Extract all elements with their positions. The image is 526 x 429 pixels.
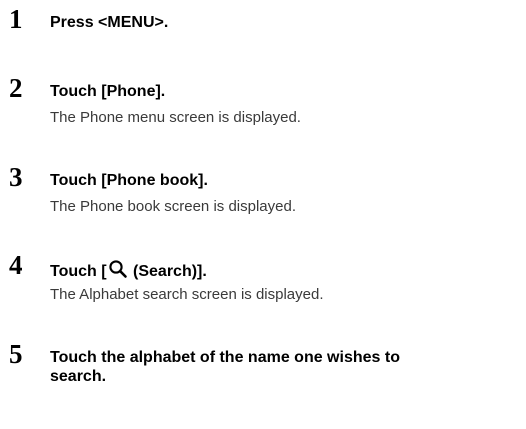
step-number: 3 [9, 162, 23, 192]
step-description: The Alphabet search screen is displayed. [50, 286, 324, 303]
step-title-prefix: Touch [ [50, 263, 107, 280]
step-title-line-1: Touch the alphabet of the name one wishe… [50, 349, 400, 366]
step-title-suffix: (Search)]. [128, 263, 207, 280]
step-title: Touch [Phone]. [50, 83, 166, 100]
step-title: Touch the alphabet of the name one wishe… [50, 348, 510, 386]
step-number: 1 [9, 4, 23, 34]
step-number: 2 [9, 73, 23, 103]
instruction-steps: 1 Press <MENU>. 2 Touch [Phone]. The Pho… [0, 0, 526, 429]
search-icon [108, 259, 128, 279]
step-number: 4 [9, 250, 23, 280]
step-title: Touch [ (Search)]. [50, 259, 510, 281]
step-number: 5 [9, 339, 23, 369]
step-title: Press <MENU>. [50, 14, 169, 31]
step-description: The Phone book screen is displayed. [50, 198, 296, 215]
step-title-line-2: search. [50, 368, 107, 385]
step-description: The Phone menu screen is displayed. [50, 109, 301, 126]
step-title: Touch [Phone book]. [50, 172, 208, 189]
